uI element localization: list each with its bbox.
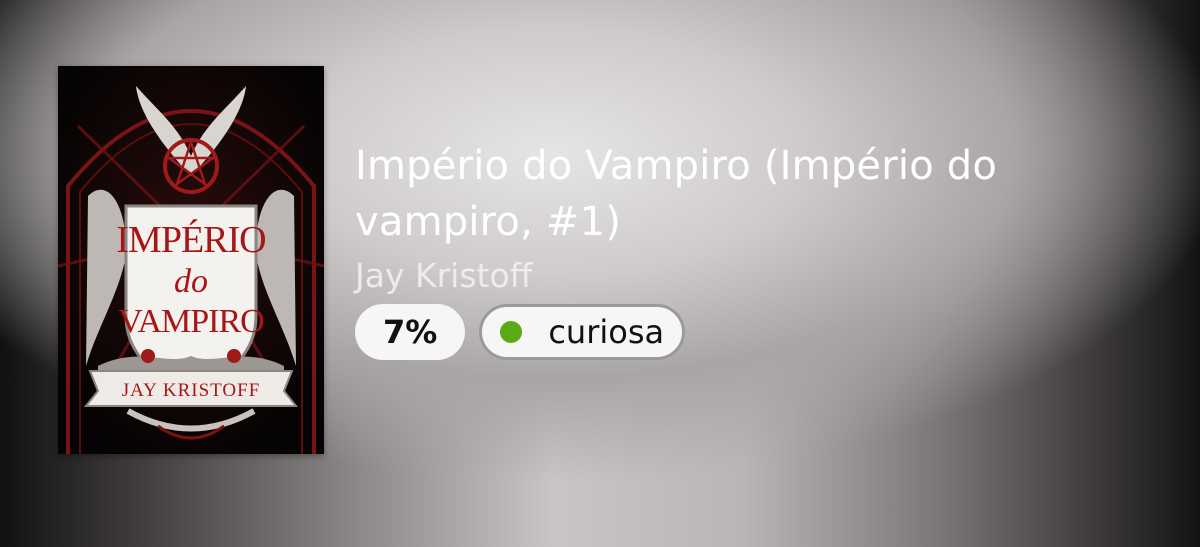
status-dot-icon	[500, 321, 523, 343]
progress-badge[interactable]: 7%	[355, 304, 466, 360]
book-author[interactable]: Jay Kristoff	[355, 256, 1155, 296]
book-cover-image[interactable]: IMPÉRIO do VAMPIRO JAY KRISTOFF	[58, 66, 324, 454]
book-title[interactable]: Império do Vampiro (Império do vampiro, …	[355, 138, 1155, 250]
book-info: Império do Vampiro (Império do vampiro, …	[355, 138, 1155, 360]
progress-label: 7%	[383, 313, 438, 351]
book-card[interactable]: IMPÉRIO do VAMPIRO JAY KRISTOFF Império …	[0, 0, 1200, 547]
status-label: curiosa	[548, 313, 665, 351]
cover-author: JAY KRISTOFF	[122, 380, 261, 401]
reading-status-badge[interactable]: curiosa	[479, 304, 686, 360]
book-badges: 7% curiosa	[355, 304, 1155, 360]
cover-title-line2: do	[174, 263, 208, 300]
cover-title-line1: IMPÉRIO	[116, 219, 265, 261]
cover-title-line3: VAMPIRO	[118, 303, 264, 340]
